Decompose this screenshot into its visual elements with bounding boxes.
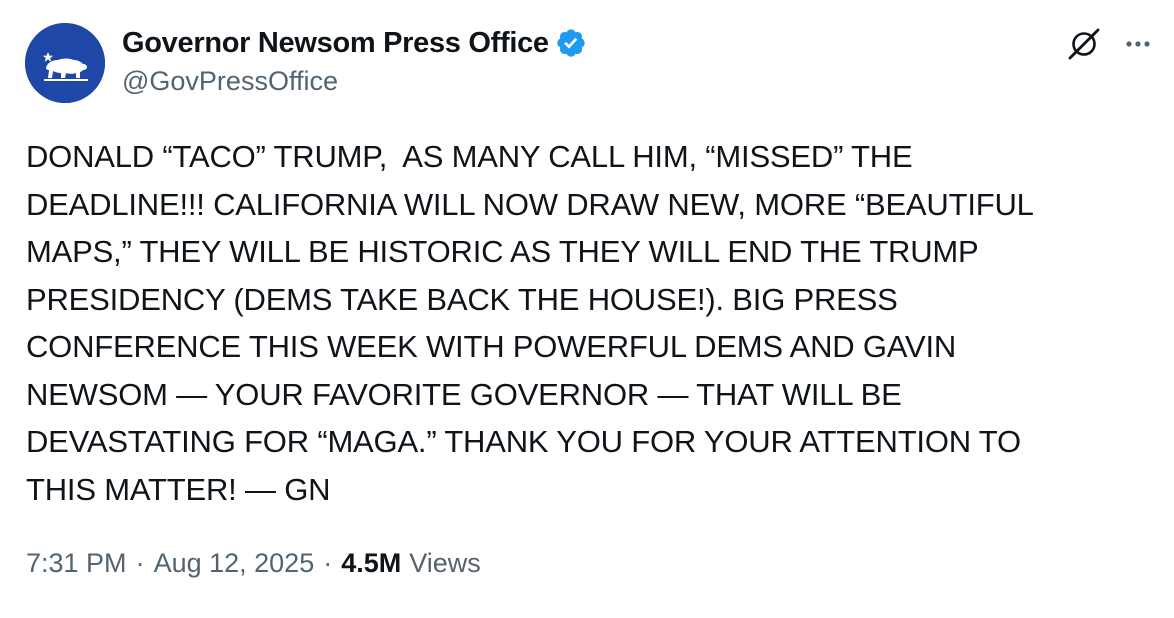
tweet-text-line: DEADLINE!!! CALIFORNIA WILL NOW DRAW NEW…: [26, 186, 1034, 222]
tweet-text-line: NEWSOM — YOUR FAVORITE GOVERNOR — THAT W…: [26, 376, 902, 412]
tweet-meta: 7:31 PM · Aug 12, 2025 · 4.5M Views: [26, 548, 481, 579]
views-count[interactable]: 4.5M: [341, 548, 401, 579]
tweet-card: Governor Newsom Press Office @GovPressOf…: [0, 0, 1174, 618]
tweet-text-line: MAPS,” THEY WILL BE HISTORIC AS THEY WIL…: [26, 234, 979, 269]
tweet-text-line: DEVASTATING FOR “MAGA.” THANK YOU FOR YO…: [26, 424, 1021, 459]
meta-separator: ·: [135, 548, 145, 578]
verified-badge-icon[interactable]: [555, 27, 587, 59]
tweet-text-line: PRESIDENCY (DEMS TAKE BACK THE HOUSE!). …: [26, 281, 898, 317]
author-display-name[interactable]: Governor Newsom Press Office: [122, 27, 549, 60]
more-options-icon[interactable]: [1118, 26, 1158, 62]
california-bear-icon: [25, 23, 105, 103]
meta-separator: ·: [323, 548, 333, 578]
tweet-time[interactable]: 7:31 PM: [26, 548, 127, 579]
author-name-row: Governor Newsom Press Office: [122, 24, 587, 62]
tweet-text-line: THIS MATTER! — GN: [26, 471, 331, 507]
tweet-date[interactable]: Aug 12, 2025: [154, 548, 315, 579]
grok-icon[interactable]: [1066, 26, 1102, 62]
views-label[interactable]: Views: [409, 548, 481, 579]
tweet-text-line: CONFERENCE THIS WEEK WITH POWERFUL DEMS …: [26, 329, 957, 364]
avatar[interactable]: [25, 23, 105, 103]
author-handle[interactable]: @GovPressOffice: [122, 66, 338, 97]
tweet-text: DONALD “TACO” TRUMP, AS MANY CALL HIM, “…: [26, 133, 1146, 513]
tweet-text-line: DONALD “TACO” TRUMP, AS MANY CALL HIM, “…: [26, 139, 913, 174]
